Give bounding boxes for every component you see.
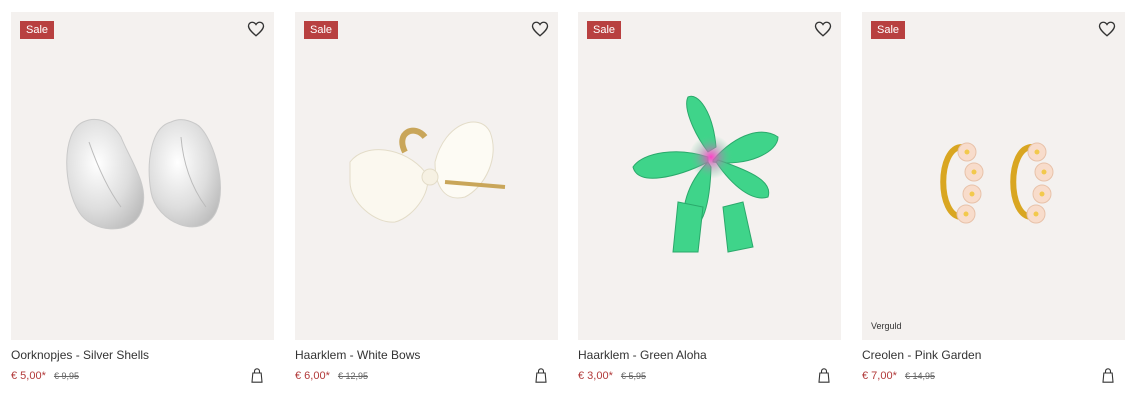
product-image[interactable]: Sale xyxy=(578,12,841,340)
sale-price: € 6,00* xyxy=(295,370,330,382)
product-image[interactable]: Sale xyxy=(11,12,274,340)
sale-price: € 3,00* xyxy=(578,370,613,382)
sale-price: € 5,00* xyxy=(11,370,46,382)
price-row: € 5,00* € 9,95 xyxy=(11,370,79,382)
sale-badge: Sale xyxy=(587,21,622,39)
sale-badge: Sale xyxy=(871,21,906,39)
product-card[interactable]: Sale Haarklem - White Bows € 6,00* € 12,… xyxy=(295,12,558,392)
product-image[interactable]: Sale Verguld xyxy=(862,12,1125,340)
heart-icon[interactable] xyxy=(814,20,832,38)
price-row: € 6,00* € 12,95 xyxy=(295,370,368,382)
product-photo-pink-garden xyxy=(940,142,1054,224)
sale-price: € 7,00* xyxy=(862,370,897,382)
product-name[interactable]: Oorknopjes - Silver Shells xyxy=(11,348,149,362)
material-tag: Verguld xyxy=(871,321,902,331)
price-row: € 7,00* € 14,95 xyxy=(862,370,935,382)
heart-icon[interactable] xyxy=(247,20,265,38)
heart-icon[interactable] xyxy=(1098,20,1116,38)
product-photo-silver-shells xyxy=(66,118,221,230)
product-card[interactable]: Sale Haarklem - Green Aloha € 3,00* € 5,… xyxy=(578,12,841,392)
product-card[interactable]: Sale Oorknopjes - Silver Shells € 5,00* … xyxy=(11,12,274,392)
product-card[interactable]: Sale Verguld Creolen - Pink Garden € 7,0… xyxy=(862,12,1125,392)
product-name[interactable]: Creolen - Pink Garden xyxy=(862,348,981,362)
sale-badge: Sale xyxy=(304,21,339,39)
original-price: € 9,95 xyxy=(53,371,79,381)
original-price: € 5,95 xyxy=(620,371,646,381)
product-photo-green-aloha xyxy=(632,95,779,253)
product-name[interactable]: Haarklem - White Bows xyxy=(295,348,420,362)
heart-icon[interactable] xyxy=(531,20,549,38)
shopping-bag-icon[interactable] xyxy=(250,368,264,383)
shopping-bag-icon[interactable] xyxy=(1101,368,1115,383)
product-name[interactable]: Haarklem - Green Aloha xyxy=(578,348,707,362)
product-photo-white-bows xyxy=(349,121,506,223)
original-price: € 14,95 xyxy=(904,371,935,381)
product-grid: Sale Oorknopjes - Silver Shells € 5,00* … xyxy=(0,0,1135,400)
price-row: € 3,00* € 5,95 xyxy=(578,370,646,382)
shopping-bag-icon[interactable] xyxy=(534,368,548,383)
shopping-bag-icon[interactable] xyxy=(817,368,831,383)
original-price: € 12,95 xyxy=(337,371,368,381)
product-image[interactable]: Sale xyxy=(295,12,558,340)
sale-badge: Sale xyxy=(20,21,55,39)
